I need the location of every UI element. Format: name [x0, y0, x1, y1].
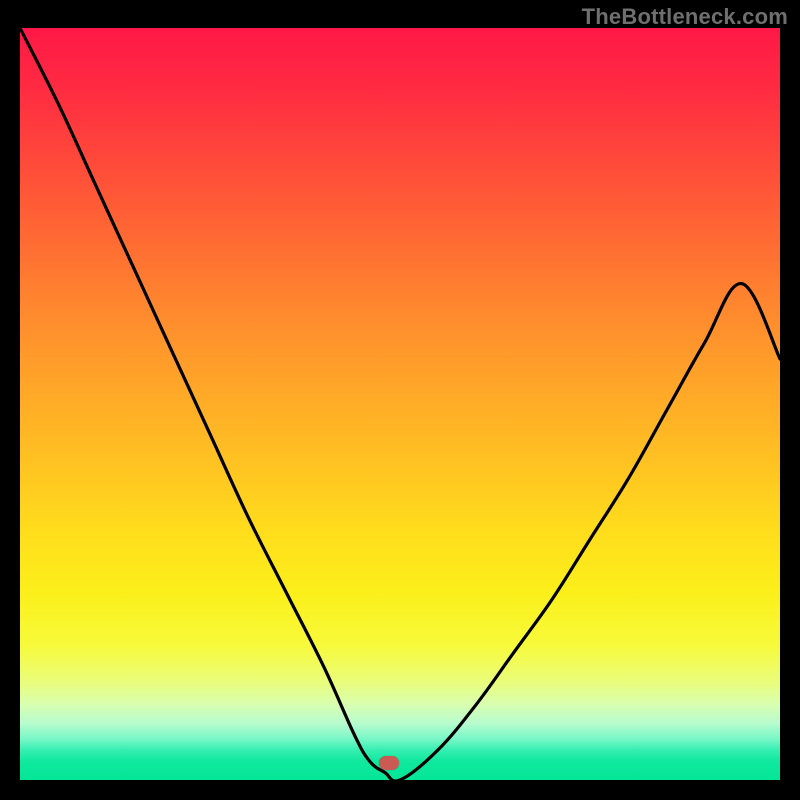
plot-area: [20, 28, 780, 780]
watermark-text: TheBottleneck.com: [582, 4, 788, 30]
bottleneck-curve: [20, 28, 780, 780]
curve-path: [20, 28, 780, 780]
chart-frame: TheBottleneck.com: [0, 0, 800, 800]
optimal-point-marker: [379, 756, 399, 770]
